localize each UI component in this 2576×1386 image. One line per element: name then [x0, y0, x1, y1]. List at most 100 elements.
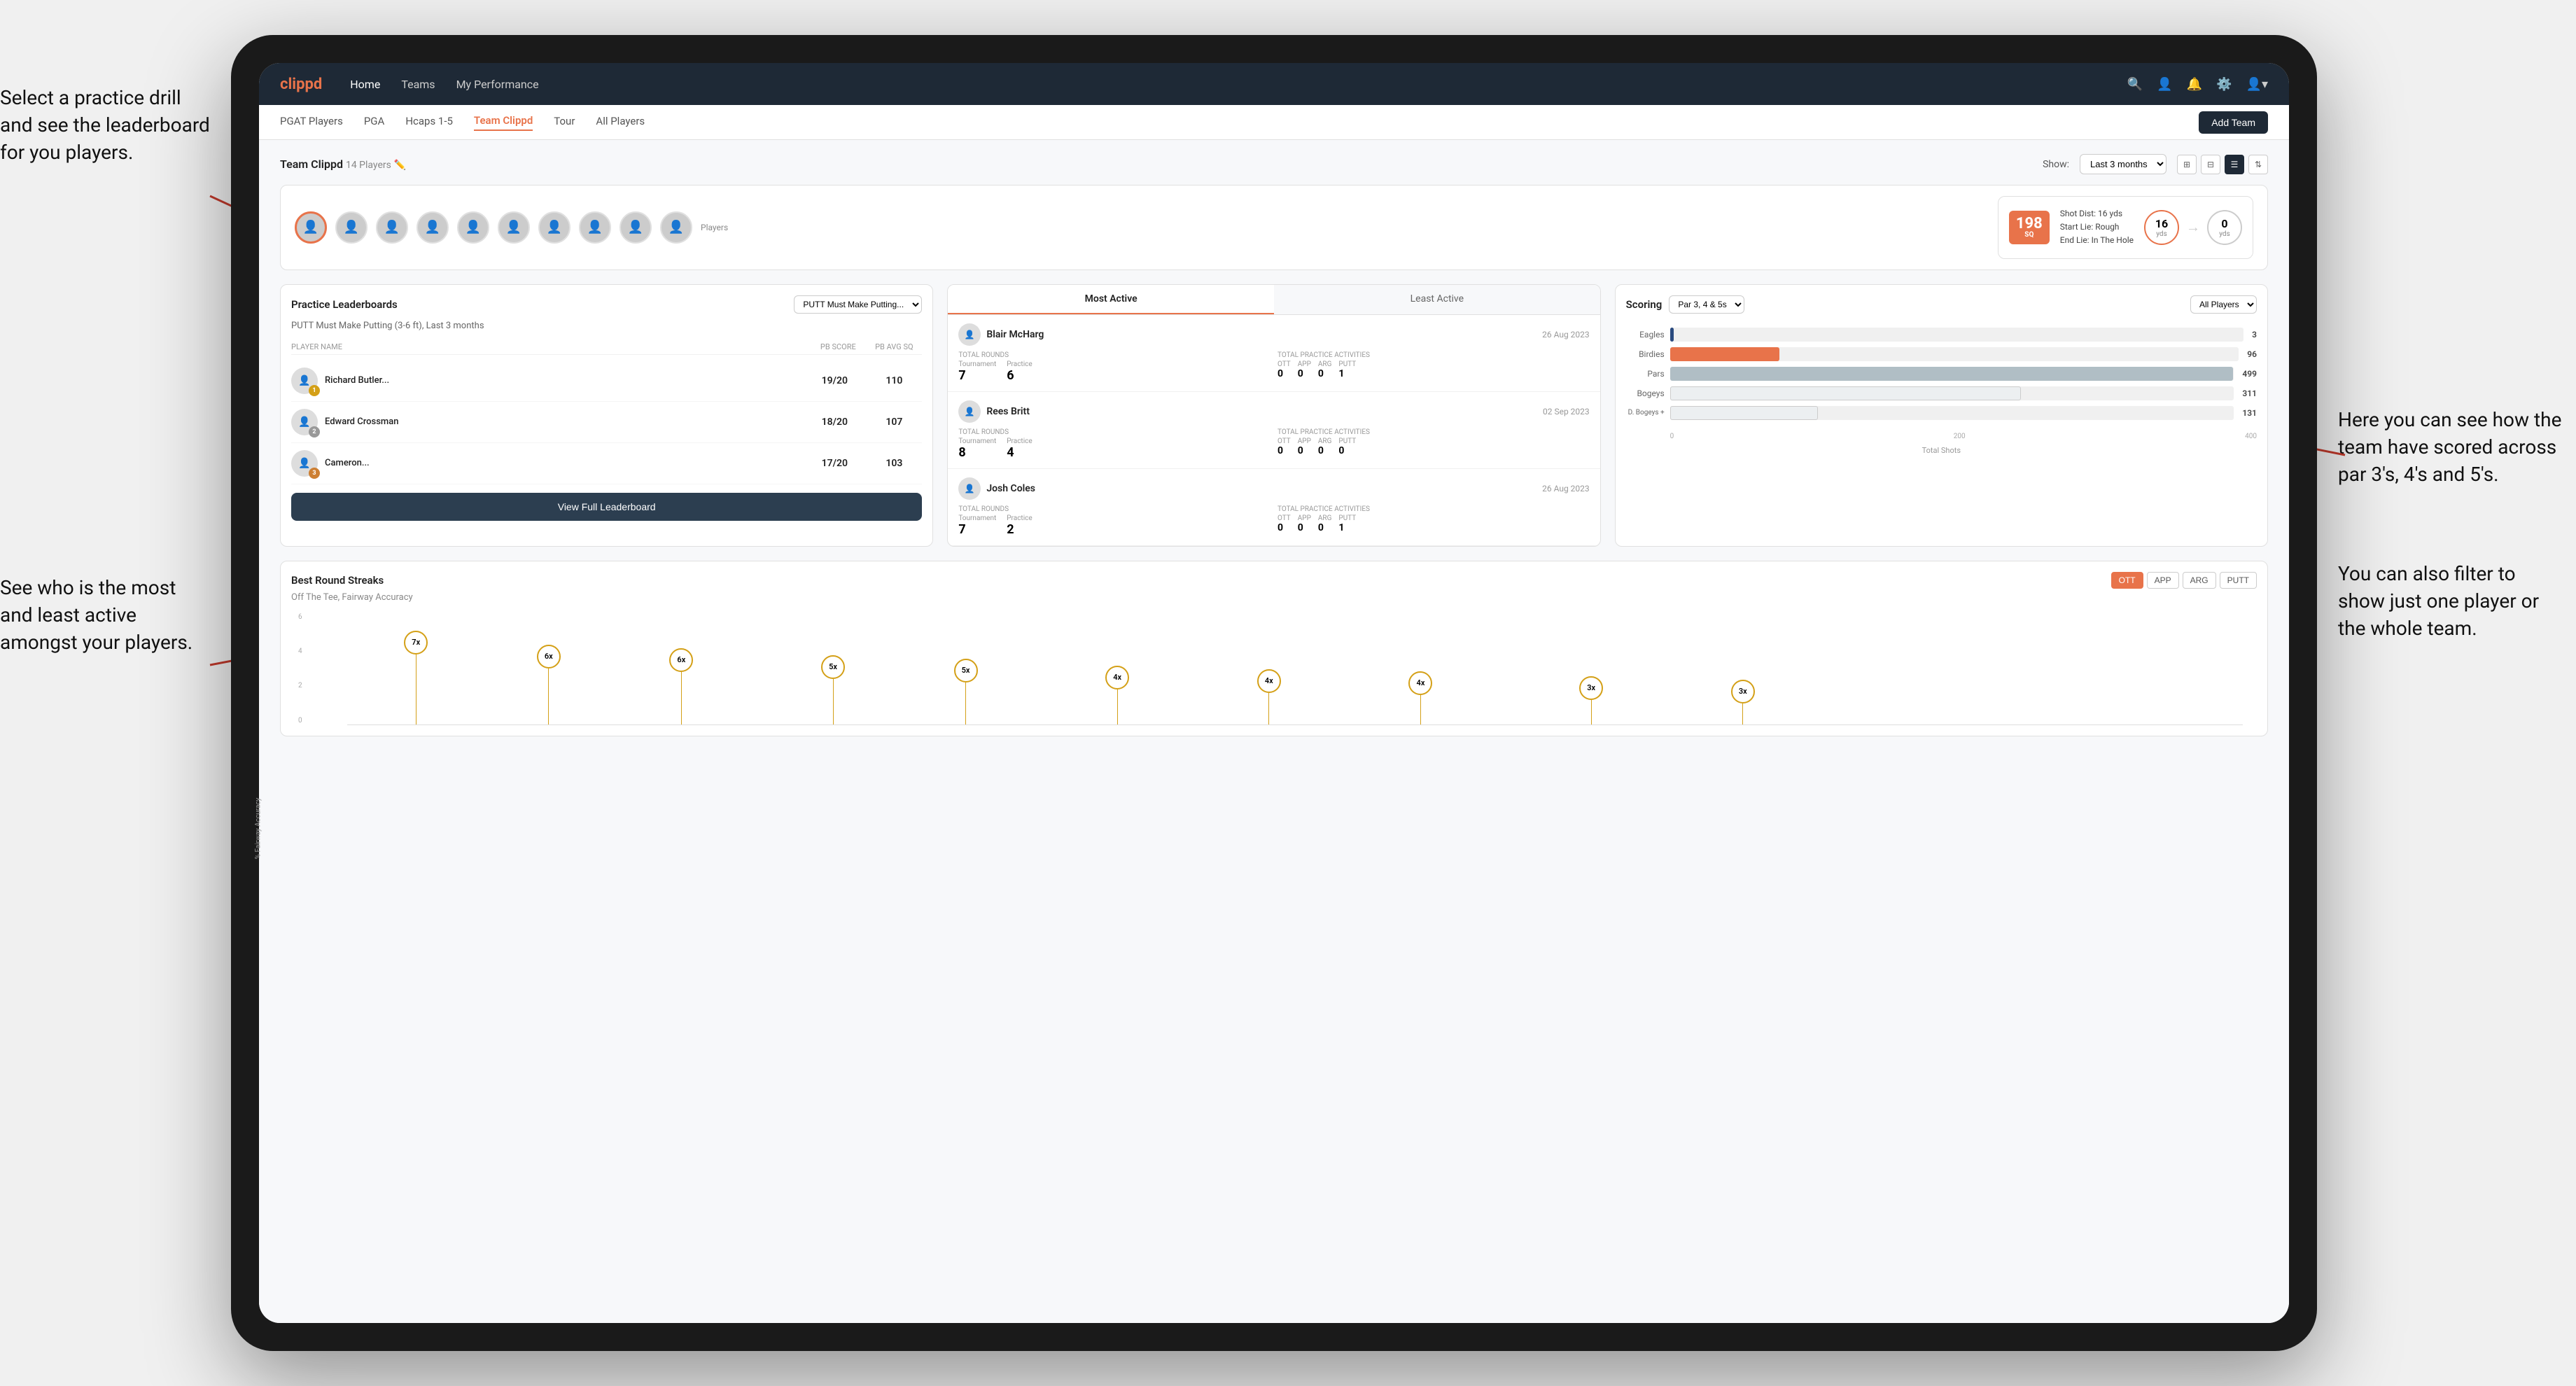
annotation-top-left: Select a practice drill and see the lead…: [0, 84, 210, 167]
activity-rounds-blair: Total Rounds Tournament 7 Practice 6: [958, 351, 1270, 383]
tab-least-active[interactable]: Least Active: [1274, 285, 1600, 314]
activity-avatar-rees: 👤: [958, 400, 981, 423]
player-avatar-5[interactable]: 👤: [457, 211, 489, 244]
tab-most-active[interactable]: Most Active: [948, 285, 1274, 314]
app-group-rees: APP 0: [1298, 438, 1311, 456]
practice-activities-values-blair: OTT 0 APP 0 ARG 0: [1278, 360, 1590, 379]
lb-player-2: 👤 2 Edward Crossman: [291, 409, 803, 435]
player-avatar-8[interactable]: 👤: [579, 211, 611, 244]
bar-value-birdies: 96: [2247, 349, 2257, 359]
lb-header: PLAYER NAME PB SCORE PB AVG SQ: [291, 340, 922, 355]
tournament-group-rees: Tournament 8: [958, 438, 996, 460]
bell-icon[interactable]: 🔔: [2187, 77, 2202, 92]
player-avatar-3[interactable]: 👤: [376, 211, 408, 244]
app-group-blair: APP 0: [1298, 360, 1311, 379]
activity-date-rees: 02 Sep 2023: [1543, 407, 1590, 416]
view-grid-small[interactable]: ⊟: [2201, 155, 2220, 174]
view-full-leaderboard-button[interactable]: View Full Leaderboard: [291, 493, 922, 521]
putt-group-rees: PUTT 0: [1338, 438, 1356, 456]
activity-date-blair: 26 Aug 2023: [1542, 330, 1590, 340]
activity-practice-rees: Total Practice Activities OTT 0 APP 0: [1278, 428, 1590, 460]
streak-stem-4x-3: [1420, 695, 1421, 724]
streak-bubble-4x-3: 4x: [1408, 671, 1432, 695]
sub-nav-pgat[interactable]: PGAT Players: [280, 115, 343, 130]
bar-chart: Eagles 3 Birdies 96: [1626, 324, 2257, 429]
bar-track-eagles: [1670, 328, 2244, 342]
bar-label-birdies: Birdies: [1626, 349, 1665, 359]
sub-nav-teamclippd[interactable]: Team Clippd: [474, 114, 533, 131]
leaderboard-title: Practice Leaderboards: [291, 298, 398, 311]
streak-bubble-3x-1: 3x: [1579, 676, 1603, 700]
player-count: 14 Players: [346, 160, 391, 171]
streak-point-3x-2: 3x: [1731, 680, 1755, 724]
edit-team-icon[interactable]: ✏️: [394, 160, 406, 171]
lb-row-2[interactable]: 👤 2 Edward Crossman 18/20 107: [291, 402, 922, 443]
rounds-values-josh: Tournament 7 Practice 2: [958, 514, 1270, 537]
bar-label-pars: Pars: [1626, 369, 1665, 379]
app-group-josh: APP 0: [1298, 514, 1311, 533]
lb-avg-2: 107: [866, 416, 922, 428]
bar-row-dbogeys: D. Bogeys + 131: [1626, 406, 2257, 420]
player-avatar-6[interactable]: 👤: [498, 211, 530, 244]
player-avatar-9[interactable]: 👤: [620, 211, 652, 244]
streak-point-5x-1: 5x: [821, 655, 845, 724]
streak-point-4x-2: 4x: [1257, 669, 1281, 724]
streak-stem-4x-2: [1268, 693, 1269, 724]
player-avatar-10[interactable]: 👤: [660, 211, 692, 244]
sub-nav-pga[interactable]: PGA: [364, 115, 384, 130]
streak-point-7x-1: 7x: [404, 631, 428, 724]
player-avatar-7[interactable]: 👤: [538, 211, 570, 244]
lb-row-1[interactable]: 👤 1 Richard Butler... 19/20 110: [291, 360, 922, 402]
filter-ott-button[interactable]: OTT: [2111, 572, 2143, 589]
leaderboard-card: Practice Leaderboards PUTT Must Make Put…: [280, 284, 933, 547]
tournament-group-josh: Tournament 7: [958, 514, 996, 537]
activity-card: Most Active Least Active 👤 Blair McHarg …: [947, 284, 1600, 547]
settings-icon[interactable]: ⚙️: [2216, 77, 2232, 92]
player-avatar-2[interactable]: 👤: [335, 211, 368, 244]
lb-name-2: Edward Crossman: [325, 416, 398, 427]
filter-app-button[interactable]: APP: [2147, 572, 2179, 589]
players-row-card: 👤 👤 👤 👤 👤 👤 👤 👤 👤 👤 Players 198: [280, 185, 2268, 270]
streak-stem-5x-2: [965, 682, 966, 724]
player-avatar-4[interactable]: 👤: [416, 211, 449, 244]
lb-score-1: 19/20: [806, 375, 862, 386]
team-title-group: Team Clippd 14 Players ✏️: [280, 158, 406, 171]
nav-link-home[interactable]: Home: [350, 78, 380, 91]
activity-item-blair: 👤 Blair McHarg 26 Aug 2023 Total Rounds …: [948, 315, 1600, 392]
show-period-select[interactable]: Last 3 months Last 6 months This year: [2080, 154, 2166, 174]
nav-link-teams[interactable]: Teams: [401, 78, 435, 91]
activity-player-rees: 👤 Rees Britt: [958, 400, 1030, 423]
ott-val-blair: 0: [1278, 368, 1291, 379]
activity-stats-blair: Total Rounds Tournament 7 Practice 6: [958, 351, 1589, 383]
scoring-par-filter[interactable]: Par 3, 4 & 5s Par 3s Par 4s Par 5s: [1669, 295, 1744, 314]
activity-tabs: Most Active Least Active: [948, 285, 1600, 315]
leaderboard-filter-select[interactable]: PUTT Must Make Putting...: [794, 295, 922, 314]
sub-nav-hcaps[interactable]: Hcaps 1-5: [405, 115, 453, 130]
player-avatar-1[interactable]: 👤: [295, 211, 327, 244]
lb-badge-bronze: 3: [309, 468, 320, 479]
filter-arg-button[interactable]: ARG: [2183, 572, 2216, 589]
scoring-header: Scoring Par 3, 4 & 5s Par 3s Par 4s Par …: [1626, 295, 2257, 314]
search-icon[interactable]: 🔍: [2127, 77, 2143, 92]
activity-item-josh: 👤 Josh Coles 26 Aug 2023 Total Rounds To…: [948, 469, 1600, 546]
sub-nav-tour[interactable]: Tour: [554, 115, 575, 130]
view-list[interactable]: ☰: [2225, 155, 2244, 174]
scoring-player-filter[interactable]: All Players: [2190, 295, 2257, 314]
activity-item-header-josh: 👤 Josh Coles 26 Aug 2023: [958, 477, 1589, 500]
person-icon[interactable]: 👤: [2157, 77, 2172, 92]
filter-putt-button[interactable]: PUTT: [2220, 572, 2257, 589]
ott-label-blair: OTT: [1278, 360, 1291, 368]
lb-name-3: Cameron...: [325, 458, 370, 468]
activity-avatar-josh: 👤: [958, 477, 981, 500]
nav-link-performance[interactable]: My Performance: [456, 78, 539, 91]
app-label-blair: APP: [1298, 360, 1311, 368]
view-sort[interactable]: ⇅: [2248, 155, 2268, 174]
profile-icon[interactable]: 👤▾: [2246, 77, 2268, 92]
shot-details: Shot Dist: 16 yds Start Lie: Rough End L…: [2060, 207, 2134, 248]
lb-row-3[interactable]: 👤 3 Cameron... 17/20 103: [291, 443, 922, 484]
sub-nav-allplayers[interactable]: All Players: [596, 115, 645, 130]
activity-item-header-blair: 👤 Blair McHarg 26 Aug 2023: [958, 323, 1589, 346]
lb-badge-silver: 2: [309, 426, 320, 438]
view-grid-large[interactable]: ⊞: [2177, 155, 2197, 174]
add-team-button[interactable]: Add Team: [2199, 111, 2268, 134]
